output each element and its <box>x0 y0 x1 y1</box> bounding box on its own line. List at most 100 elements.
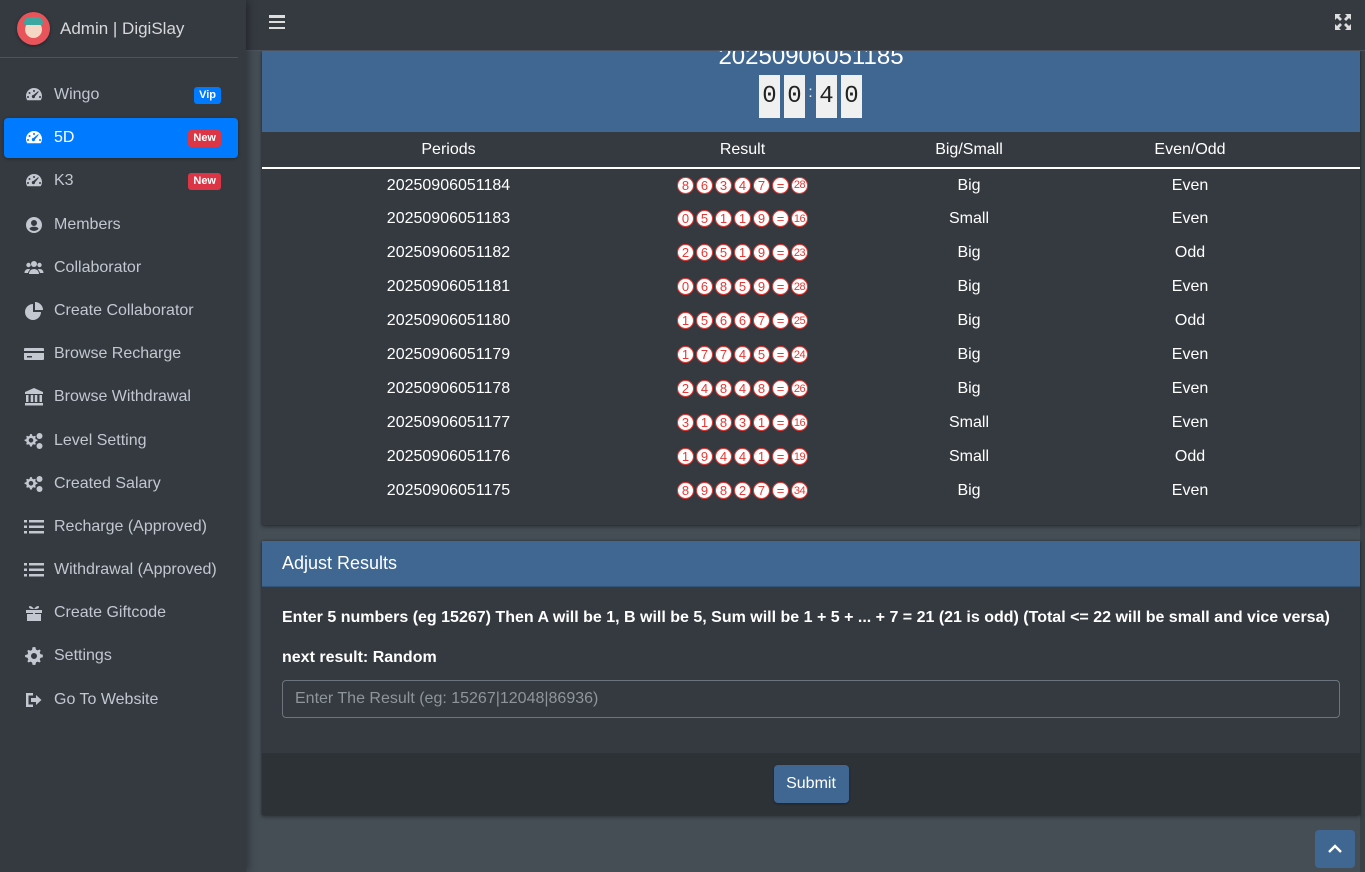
table-header-row: Periods Result Big/Small Even/Odd <box>262 132 1360 169</box>
result-cell: 1 5 6 6 7 = 25 <box>635 304 850 338</box>
result-ball: 6 <box>715 312 732 329</box>
big-small-cell: Small <box>948 414 989 431</box>
sidebar-item-browse-withdrawal[interactable]: Browse Withdrawal <box>4 377 238 417</box>
even-odd-cell: Odd <box>1174 312 1206 329</box>
result-ball: 1 <box>734 210 751 227</box>
spacer-cell <box>1292 270 1360 304</box>
table-row: 20250906051178 2 4 8 4 8 = 26 Big Even <box>262 372 1360 406</box>
brand-link[interactable]: Admin | DigiSlay <box>0 0 238 58</box>
sidebar-item-label: Withdrawal (Approved) <box>54 561 217 579</box>
result-ball: 8 <box>677 176 694 194</box>
result-ball: 9 <box>753 210 770 227</box>
result-cell: 1 7 7 4 5 = 24 <box>635 338 850 372</box>
submit-button[interactable]: Submit <box>773 765 849 803</box>
tachometer-icon <box>24 128 44 148</box>
spacer-cell <box>1292 474 1360 508</box>
big-small-cell: Small <box>948 210 989 227</box>
spacer-cell <box>1292 440 1360 474</box>
result-ball: 5 <box>753 346 770 363</box>
sidebar-item-recharge-approved[interactable]: Recharge (Approved) <box>4 507 238 547</box>
big-small-cell: Big <box>957 312 981 329</box>
sidebar-item-k3[interactable]: K3 New <box>4 161 238 201</box>
sidebar-item-go-to-website[interactable]: Go To Website <box>4 680 238 720</box>
result-ball: 8 <box>715 414 732 431</box>
equals-ball: = <box>772 278 789 295</box>
equals-ball: = <box>772 482 789 499</box>
result-ball: 5 <box>696 210 713 227</box>
result-cell: 0 6 8 5 9 = 28 <box>635 270 850 304</box>
sidebar-item-create-giftcode[interactable]: Create Giftcode <box>4 593 238 633</box>
spacer-cell <box>1292 372 1360 406</box>
result-ball: 4 <box>696 380 713 397</box>
period-cell: 20250906051179 <box>386 346 511 363</box>
sum-ball: 23 <box>791 244 808 261</box>
equals-ball: = <box>772 346 789 363</box>
sidebar-item-members[interactable]: Members <box>4 205 238 245</box>
result-ball: 6 <box>696 176 713 194</box>
timer-digit: 0 <box>784 75 805 118</box>
sidebar-item-label: Browse Recharge <box>54 345 182 363</box>
current-period-header: 20250906051185 0 0 : 4 0 <box>262 51 1360 132</box>
sum-ball: 26 <box>791 380 808 397</box>
sidebar-item-withdrawal-approved[interactable]: Withdrawal (Approved) <box>4 550 238 590</box>
result-ball: 7 <box>753 312 770 329</box>
sidebar-item-label: Members <box>54 215 121 233</box>
period-cell: 20250906051177 <box>386 414 511 431</box>
table-row: 20250906051179 1 7 7 4 5 = 24 Big Even <box>262 338 1360 372</box>
next-result-label: next result: Random <box>282 649 437 666</box>
adjust-results-title: Adjust Results <box>262 541 1360 587</box>
sidebar-item-create-collaborator[interactable]: Create Collaborator <box>4 291 238 331</box>
sidebar-item-label: K3 <box>54 172 74 190</box>
result-ball: 0 <box>677 210 694 227</box>
brand-title: Admin | DigiSlay <box>60 18 185 38</box>
sidebar-item-settings[interactable]: Settings <box>4 636 238 676</box>
sidebar-item-collaborator[interactable]: Collaborator <box>4 248 238 288</box>
scroll-to-top-button[interactable] <box>1315 830 1355 868</box>
result-ball: 1 <box>677 346 694 363</box>
table-row: 20250906051184 8 6 3 4 7 = 28 Big Even <box>262 168 1360 202</box>
result-ball: 6 <box>696 278 713 295</box>
result-ball: 9 <box>696 448 713 465</box>
period-cell: 20250906051176 <box>386 448 511 465</box>
even-odd-cell: Even <box>1171 278 1209 295</box>
adjust-instructions: Enter 5 numbers (eg 15267) Then A will b… <box>282 609 1330 626</box>
period-cell: 20250906051182 <box>386 244 511 261</box>
col-header-periods: Periods <box>262 132 635 169</box>
even-odd-cell: Odd <box>1174 448 1206 465</box>
current-period: 20250906051185 <box>718 51 904 70</box>
sidebar-item-label: Create Giftcode <box>54 604 167 622</box>
timer-digit: 0 <box>841 75 862 118</box>
user-circle-icon <box>24 215 44 235</box>
col-header-result: Result <box>635 132 850 169</box>
page-scrollbar[interactable] <box>1360 51 1365 872</box>
fullscreen-icon[interactable] <box>1335 14 1351 30</box>
period-cell: 20250906051183 <box>386 210 511 227</box>
result-ball: 3 <box>734 414 751 431</box>
even-odd-cell: Even <box>1171 210 1209 227</box>
result-cell: 3 1 8 3 1 = 16 <box>635 406 850 440</box>
menu-toggle-icon[interactable] <box>269 15 285 30</box>
sidebar-item-5d[interactable]: 5D New <box>4 118 238 159</box>
sum-ball: 19 <box>791 448 808 465</box>
table-row: 20250906051181 0 6 8 5 9 = 28 Big Even <box>262 270 1360 304</box>
result-ball: 1 <box>734 244 751 261</box>
equals-ball: = <box>772 244 789 261</box>
sidebar-item-level-setting[interactable]: Level Setting <box>4 421 238 461</box>
result-input[interactable] <box>282 680 1340 718</box>
result-ball: 0 <box>677 278 694 295</box>
sidebar-item-created-salary[interactable]: Created Salary <box>4 464 238 504</box>
table-row: 20250906051182 2 6 5 1 9 = 23 Big Odd <box>262 236 1360 270</box>
big-small-cell: Big <box>957 278 981 295</box>
result-ball: 2 <box>677 380 694 397</box>
gear-icon <box>24 646 44 666</box>
sidebar-item-browse-recharge[interactable]: Browse Recharge <box>4 334 238 374</box>
period-cell: 20250906051178 <box>386 380 511 397</box>
sidebar-item-wingo[interactable]: Wingo Vip <box>4 75 238 115</box>
result-balls: 0 5 1 1 9 = 16 <box>677 210 808 227</box>
big-small-cell: Big <box>957 380 981 397</box>
period-cell: 20250906051184 <box>386 176 511 194</box>
result-ball: 1 <box>677 448 694 465</box>
even-odd-cell: Even <box>1171 346 1209 363</box>
even-odd-cell: Even <box>1171 380 1209 397</box>
result-ball: 4 <box>734 380 751 397</box>
